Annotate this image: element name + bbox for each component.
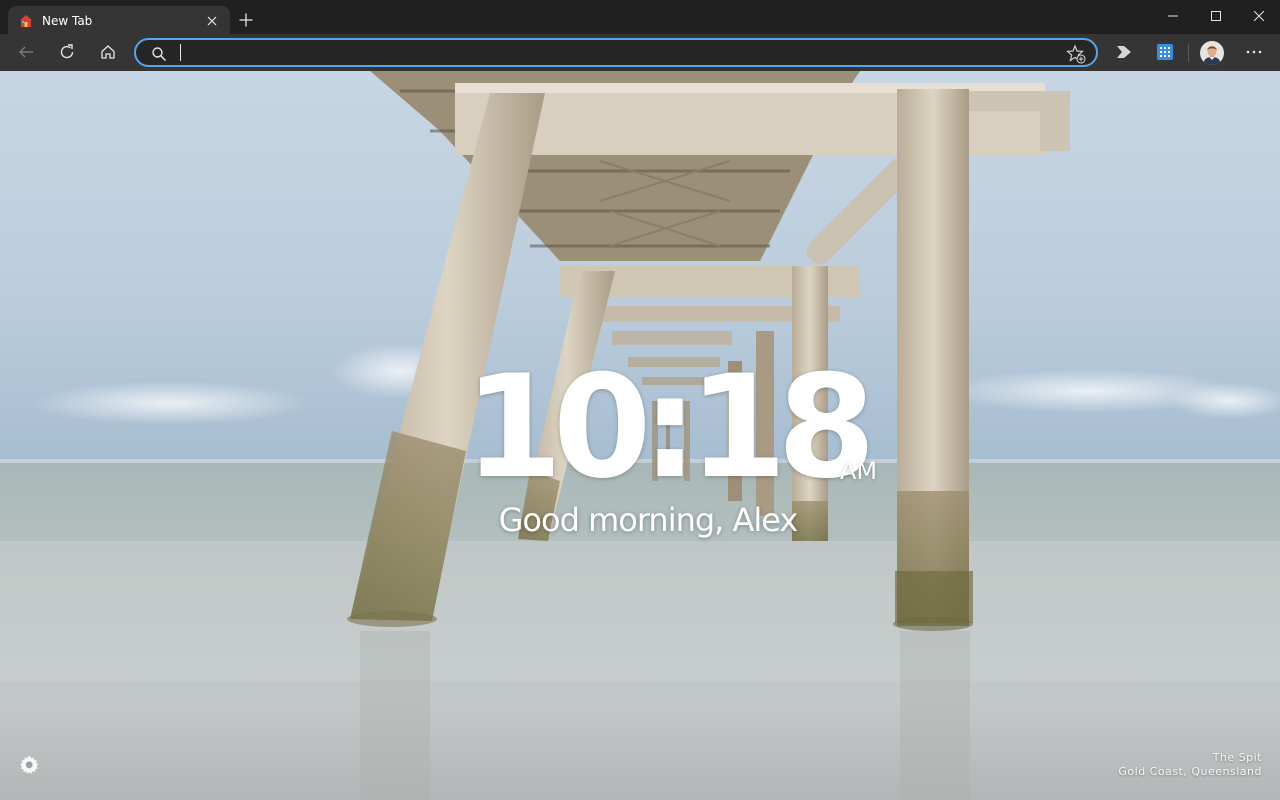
avatar[interactable] (1200, 41, 1224, 65)
greeting-text: Good morning, Alex (498, 501, 799, 539)
apps-grid-icon[interactable] (1149, 36, 1181, 68)
star-add-icon[interactable] (1066, 44, 1086, 64)
gear-icon[interactable] (18, 753, 42, 777)
tab-new-tab[interactable]: New Tab (8, 6, 230, 35)
tab-close-icon[interactable] (202, 11, 222, 31)
new-tab-page: 10:18 AM Good morning, Alex The Spit Gol… (0, 71, 1280, 800)
refresh-icon[interactable] (51, 36, 83, 68)
maximize-icon[interactable] (1195, 2, 1237, 30)
text-caret (180, 44, 181, 61)
photo-credit[interactable]: The Spit Gold Coast, Queensland (1118, 751, 1262, 779)
search-icon (151, 46, 167, 62)
home-favicon-icon (18, 13, 34, 29)
photo-credit-location: Gold Coast, Queensland (1118, 765, 1262, 778)
clock: 10:18 AM (0, 353, 1280, 503)
plus-icon[interactable] (236, 10, 256, 30)
arrow-left-icon[interactable] (10, 36, 42, 68)
toolbar (0, 34, 1280, 71)
more-horizontal-icon[interactable] (1238, 36, 1270, 68)
toolbar-separator (1188, 44, 1189, 62)
chevron-forward-icon[interactable] (1108, 36, 1140, 68)
address-bar[interactable] (134, 38, 1098, 67)
title-bar: New Tab (0, 0, 1280, 35)
address-input[interactable] (180, 41, 1060, 65)
minimize-icon[interactable] (1152, 2, 1194, 30)
clock-time: 10:18 (464, 345, 876, 510)
close-icon[interactable] (1238, 2, 1280, 30)
home-icon[interactable] (92, 36, 124, 68)
photo-credit-title: The Spit (1212, 751, 1262, 764)
clock-ampm: AM (840, 457, 878, 485)
tab-title: New Tab (42, 13, 93, 28)
